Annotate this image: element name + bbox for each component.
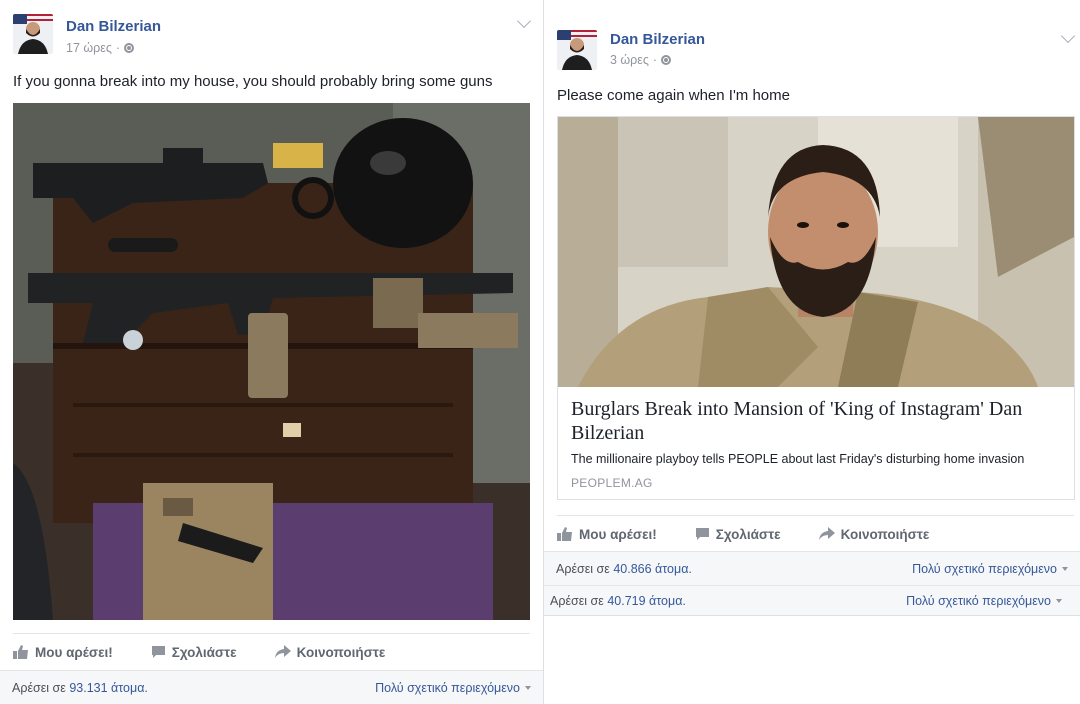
comment-label: Σχολιάστε (171, 644, 237, 660)
likes-count[interactable]: 40.866 άτομα. (613, 562, 692, 576)
thumbs-up-icon (13, 645, 28, 659)
likes-prefix: Αρέσει σε (12, 680, 66, 695)
comment-icon (151, 646, 165, 658)
comment-label: Σχολιάστε (715, 526, 781, 542)
likes-summary: Αρέσει σε 40.719 άτομα. (550, 594, 686, 608)
post-card-1: Dan Bilzerian 17 ώρες · If you gonna brea… (0, 0, 544, 704)
likes-summary: Αρέσει σε 93.131 άτομα. (12, 681, 148, 695)
comment-filter-dropdown[interactable]: Πολύ σχετικό περιεχόμενο (906, 594, 1062, 608)
likes-bar: Αρέσει σε 93.131 άτομα. Πολύ σχετικό περ… (0, 670, 543, 704)
chevron-down-icon[interactable] (1060, 28, 1076, 44)
caret-down-icon (1056, 598, 1062, 603)
likes-bar: Αρέσει σε 40.866 άτομα. Πολύ σχετικό περ… (544, 551, 1080, 585)
globe-icon (661, 55, 672, 65)
link-preview-card[interactable]: Burglars Break into Mansion of 'King of … (557, 116, 1075, 500)
comment-filter-dropdown[interactable]: Πολύ σχετικό περιεχόμενο (912, 562, 1068, 576)
share-label: Κοινοποιήστε (840, 526, 930, 542)
share-icon (274, 645, 291, 658)
post-actions: Μου αρέσει! Σχολιάστε Κοινοποιήστε (557, 525, 967, 543)
avatar[interactable] (13, 14, 53, 54)
share-button[interactable]: Κοινοποιήστε (818, 526, 930, 542)
avatar[interactable] (557, 30, 597, 70)
like-label: Μου αρέσει! (579, 526, 657, 542)
post-card-2: Dan Bilzerian 3 ώρες · Please come again … (543, 0, 1080, 616)
likes-bar-overlay: Αρέσει σε 40.719 άτομα. Πολύ σχετικό περ… (544, 585, 1080, 615)
likes-count[interactable]: 40.719 άτομα. (607, 594, 686, 608)
post-actions: Μου αρέσει! Σχολιάστε Κοινοποιήστε (13, 643, 423, 661)
post-photo[interactable] (13, 103, 530, 620)
comment-button[interactable]: Σχολιάστε (151, 645, 237, 660)
comment-icon (695, 528, 709, 540)
link-description: The millionaire playboy tells PEOPLE abo… (571, 452, 1025, 466)
comment-filter-label: Πολύ σχετικό περιεχόμενο (906, 593, 1051, 608)
link-title[interactable]: Burglars Break into Mansion of 'King of … (571, 397, 1066, 445)
thumbs-up-icon (557, 527, 572, 541)
comment-filter-label: Πολύ σχετικό περιεχόμενο (912, 561, 1057, 576)
link-image (558, 117, 1074, 387)
likes-prefix: Αρέσει σε (550, 593, 604, 608)
comment-button[interactable]: Σχολιάστε (695, 527, 781, 542)
author-name[interactable]: Dan Bilzerian (66, 18, 161, 35)
post-meta: 3 ώρες · (610, 53, 672, 67)
chevron-down-icon[interactable] (516, 13, 532, 29)
author-name[interactable]: Dan Bilzerian (610, 31, 705, 48)
timestamp[interactable]: 3 ώρες (610, 53, 649, 67)
like-button[interactable]: Μου αρέσει! (557, 527, 657, 542)
like-label: Μου αρέσει! (35, 644, 113, 660)
caret-down-icon (1062, 566, 1068, 571)
share-button[interactable]: Κοινοποιήστε (274, 644, 386, 660)
comment-filter-dropdown[interactable]: Πολύ σχετικό περιεχόμενο (375, 681, 531, 695)
share-label: Κοινοποιήστε (296, 644, 386, 660)
post-meta: 17 ώρες · (66, 41, 135, 55)
post-text: If you gonna break into my house, you sh… (13, 73, 493, 90)
divider (557, 515, 1074, 516)
comment-filter-label: Πολύ σχετικό περιεχόμενο (375, 680, 520, 695)
like-button[interactable]: Μου αρέσει! (13, 645, 113, 660)
likes-prefix: Αρέσει σε (556, 561, 610, 576)
globe-icon (124, 43, 135, 53)
link-domain: PEOPLEM.AG (571, 476, 653, 490)
likes-count[interactable]: 93.131 άτομα. (69, 681, 148, 695)
caret-down-icon (525, 685, 531, 690)
post-text: Please come again when I'm home (557, 87, 790, 104)
share-icon (818, 527, 835, 540)
timestamp[interactable]: 17 ώρες (66, 41, 112, 55)
likes-summary: Αρέσει σε 40.866 άτομα. (556, 562, 692, 576)
divider (13, 633, 530, 634)
